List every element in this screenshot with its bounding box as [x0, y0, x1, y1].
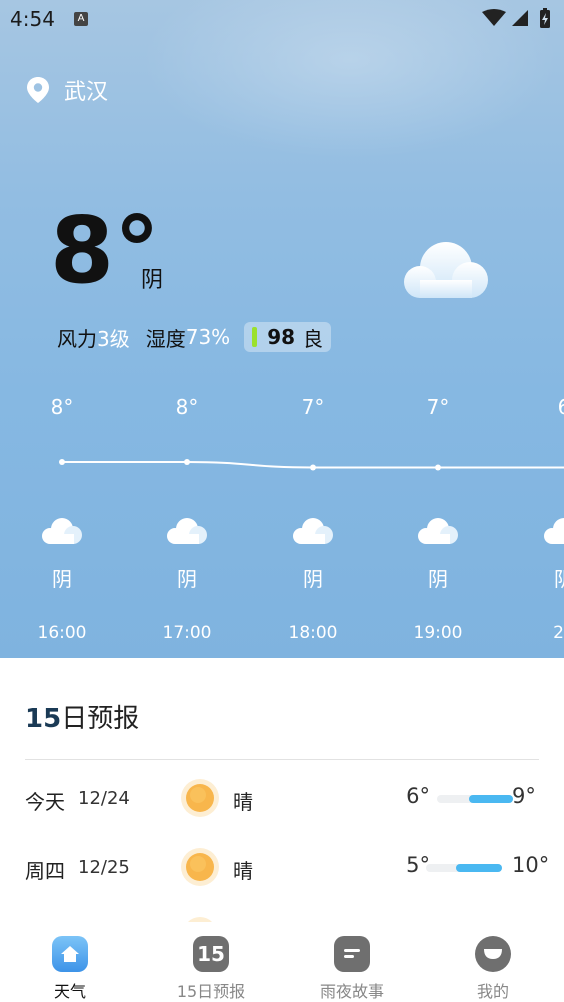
tab-stories[interactable]: 雨夜故事 [292, 936, 412, 1002]
tab-profile[interactable]: 我的 [433, 936, 553, 1002]
city-name: 武汉 [64, 80, 109, 105]
forecast-date: 12/25 [78, 857, 130, 878]
aqi-level-bar [252, 327, 258, 347]
hourly-time: 20 [553, 623, 564, 643]
temp-range-fill [469, 795, 513, 803]
hourly-condition: 阴 [303, 567, 323, 591]
hourly-temp: 8° [175, 395, 199, 419]
forecast-title-number: 15 [25, 704, 62, 734]
hourly-condition: 阴 [52, 567, 72, 591]
hourly-time: 16:00 [37, 623, 87, 643]
hourly-temp: 6 [557, 395, 564, 419]
cloud-icon [40, 515, 84, 549]
temperature-trend-line [59, 459, 564, 471]
wind-label: 风力 [57, 326, 97, 351]
hourly-condition: 阴 [177, 567, 197, 591]
aqi-badge[interactable]: 98 良 [244, 322, 332, 352]
tab-15day[interactable]: 15 15日预报 [151, 936, 271, 1002]
sun-icon [180, 778, 220, 822]
hourly-condition: 阴 [524, 563, 564, 592]
forecast-date: 12/24 [78, 788, 130, 809]
hourly-item: 7° 阴 18:00 [273, 395, 353, 643]
notification-icon: A [74, 12, 88, 26]
tab-label-weather: 天气 [53, 982, 86, 1001]
temp-range-track [437, 795, 513, 803]
story-icon [334, 936, 370, 972]
weather-details: 风力 3级 湿度 73% 98 良 [57, 322, 332, 352]
hourly-item: 6 阴 20 [524, 395, 564, 643]
forecast-row[interactable]: 周四 12/25 晴 5° 10° [0, 837, 564, 897]
hourly-item: 8° 阴 17:00 [147, 395, 227, 643]
forecast-title-text: 日预报 [61, 704, 140, 734]
forecast-title: 15日预报 [25, 698, 139, 735]
hourly-time: 19:00 [413, 623, 463, 643]
cloud-icon [542, 515, 564, 549]
hourly-temp: 8° [50, 395, 74, 419]
cloud-icon [416, 515, 460, 549]
cloud-icon [400, 236, 492, 306]
forecast-high: 10° [512, 853, 550, 877]
forecast-day: 今天 [25, 790, 65, 814]
forecast-condition: 晴 [233, 790, 253, 814]
profile-icon [475, 936, 511, 972]
signal-battery-icon [482, 8, 550, 28]
hourly-item: 7° 阴 19:00 [398, 395, 478, 643]
trend-point [310, 464, 316, 471]
humidity-label: 湿度 [145, 326, 186, 351]
tab-weather[interactable]: 天气 [10, 936, 130, 1002]
hourly-time: 18:00 [288, 623, 338, 643]
cloud-icon [291, 515, 335, 549]
humidity-value: 73% [185, 325, 231, 349]
forecast-high: 9° [512, 784, 536, 808]
location-selector[interactable]: 武汉 [26, 74, 108, 106]
status-bar: 4:54 A [0, 0, 564, 36]
cloud-icon [165, 515, 209, 549]
trend-point [184, 459, 190, 465]
hourly-time: 17:00 [162, 623, 212, 643]
tab-label-stories: 雨夜故事 [319, 982, 384, 1001]
divider [25, 759, 539, 760]
weather-hero: 4:54 A 武汉 8° 阴 风力 3级 湿度 73% 98 良 8° 阴 16… [0, 0, 564, 658]
temp-range-track [426, 864, 502, 872]
current-condition: 阴 [141, 268, 164, 293]
hourly-item: 8° 阴 16:00 [22, 395, 102, 643]
hourly-forecast[interactable]: 8° 阴 16:00 8° 阴 17:00 7° 阴 18:00 7° 阴 19:00 6 阴 20 [0, 395, 564, 655]
aqi-level: 良 [303, 326, 324, 351]
hourly-condition: 阴 [428, 567, 448, 591]
status-time: 4:54 [10, 7, 55, 31]
location-pin-icon [27, 77, 49, 103]
tab-label-15day: 15日预报 [176, 982, 246, 1001]
forecast-condition: 晴 [233, 859, 253, 883]
forecast-row[interactable]: 今天 12/24 晴 6° 9° [0, 768, 564, 828]
hourly-temp: 7° [426, 395, 450, 419]
wind-value: 3级 [97, 326, 130, 351]
forecast-day: 周四 [25, 859, 65, 883]
bottom-tab-bar: 天气 15 15日预报 雨夜故事 我的 [0, 922, 564, 1002]
aqi-value: 98 [267, 325, 296, 349]
trend-point [435, 464, 441, 471]
hourly-temp: 7° [301, 395, 325, 419]
status-icons [482, 8, 554, 34]
trend-point [59, 459, 65, 465]
home-icon [52, 936, 88, 972]
forecast-low: 6° [406, 784, 430, 808]
calendar-15-icon: 15 [193, 936, 229, 972]
tab-label-profile: 我的 [476, 982, 509, 1001]
temp-range-fill [456, 864, 502, 872]
sun-icon [180, 847, 220, 891]
